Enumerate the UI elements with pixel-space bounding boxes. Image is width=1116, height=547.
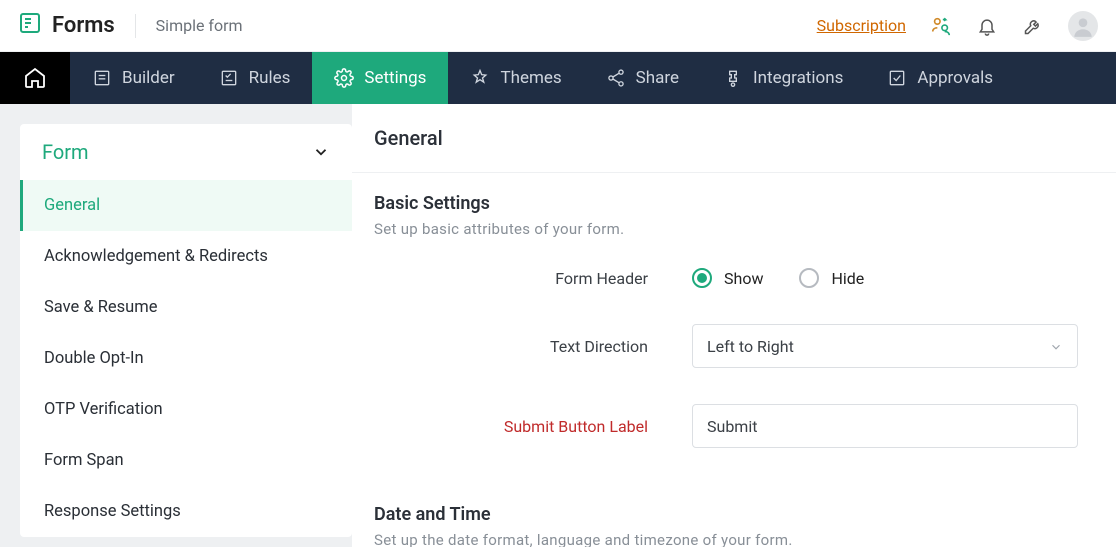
header-actions: Subscription [817, 11, 1098, 41]
group-basic-title: Basic Settings [374, 193, 1094, 214]
nav-label: Builder [122, 68, 175, 88]
radio-show[interactable]: Show [692, 268, 763, 288]
sidebar-section-header[interactable]: Form [20, 124, 352, 180]
radio-label: Show [724, 269, 763, 288]
select-value: Left to Right [707, 337, 794, 356]
chevron-down-icon [312, 143, 330, 161]
nav-label: Settings [364, 68, 426, 88]
sidebar-item-response-settings[interactable]: Response Settings [20, 486, 352, 537]
group-datetime-title: Date and Time [374, 504, 1094, 525]
field-control: Left to Right [692, 324, 1094, 368]
nav-label: Share [636, 68, 679, 88]
nav-approvals[interactable]: Approvals [865, 52, 1015, 104]
field-label: Submit Button Label [374, 417, 692, 436]
brand: Forms [18, 11, 115, 41]
page-title: General [374, 126, 1094, 150]
nav-themes[interactable]: Themes [448, 52, 583, 104]
nav-label: Integrations [753, 68, 843, 88]
sidebar-section-form: Form General Acknowledgement & Redirects… [20, 124, 352, 537]
field-label: Text Direction [374, 337, 692, 356]
brand-name: Forms [52, 13, 115, 38]
sidebar: Form General Acknowledgement & Redirects… [0, 104, 352, 547]
nav-integrations[interactable]: Integrations [701, 52, 865, 104]
nav-share[interactable]: Share [584, 52, 701, 104]
forms-logo-icon [18, 11, 42, 41]
bell-icon[interactable] [976, 15, 998, 37]
approvals-icon [887, 68, 907, 88]
nav-label: Themes [500, 68, 561, 88]
sidebar-item-general[interactable]: General [20, 180, 352, 231]
sidebar-item-double-opt-in[interactable]: Double Opt-In [20, 333, 352, 384]
nav-settings[interactable]: Settings [312, 52, 448, 104]
radio-label: Hide [831, 269, 864, 288]
nav-label: Rules [249, 68, 291, 88]
body: Form General Acknowledgement & Redirects… [0, 104, 1116, 547]
sidebar-item-label: Save & Resume [44, 298, 158, 317]
field-text-direction: Text Direction Left to Right [374, 324, 1094, 368]
nav-builder[interactable]: Builder [70, 52, 197, 104]
gear-icon [334, 68, 354, 88]
radio-hide[interactable]: Hide [799, 268, 864, 288]
tools-icon[interactable] [1022, 15, 1044, 37]
sidebar-section-title: Form [42, 140, 89, 164]
nav-home[interactable] [0, 52, 70, 104]
divider [352, 172, 1116, 173]
top-header: Forms Simple form Subscription [0, 0, 1116, 52]
main-content: General Basic Settings Set up basic attr… [352, 104, 1116, 547]
radio-icon [799, 268, 819, 288]
field-control [692, 404, 1094, 448]
field-submit-button-label: Submit Button Label [374, 404, 1094, 448]
user-switch-icon[interactable] [930, 15, 952, 37]
themes-icon [470, 68, 490, 88]
submit-button-input[interactable] [692, 404, 1078, 448]
text-direction-select[interactable]: Left to Right [692, 324, 1078, 368]
divider [135, 14, 136, 38]
sidebar-item-label: General [44, 196, 100, 215]
nav-bar: Builder Rules Settings Themes Share Inte… [0, 52, 1116, 104]
sidebar-item-form-span[interactable]: Form Span [20, 435, 352, 486]
nav-rules[interactable]: Rules [197, 52, 313, 104]
field-form-header: Form Header Show Hide [374, 268, 1094, 288]
sidebar-item-otp-verification[interactable]: OTP Verification [20, 384, 352, 435]
chevron-down-icon [1049, 339, 1063, 353]
sidebar-item-label: OTP Verification [44, 400, 163, 419]
form-title: Simple form [156, 16, 243, 35]
sidebar-item-label: Double Opt-In [44, 349, 144, 368]
sidebar-item-label: Response Settings [44, 502, 181, 521]
group-basic-subtitle: Set up basic attributes of your form. [374, 220, 1094, 238]
sidebar-item-label: Form Span [44, 451, 124, 470]
field-label: Form Header [374, 269, 692, 288]
integrations-icon [723, 68, 743, 88]
nav-label: Approvals [917, 68, 993, 88]
rules-icon [219, 68, 239, 88]
sidebar-item-acknowledgement-redirects[interactable]: Acknowledgement & Redirects [20, 231, 352, 282]
share-icon [606, 68, 626, 88]
radio-icon [692, 268, 712, 288]
field-control: Show Hide [692, 268, 1094, 288]
avatar[interactable] [1068, 11, 1098, 41]
subscription-link[interactable]: Subscription [817, 16, 906, 35]
sidebar-item-label: Acknowledgement & Redirects [44, 247, 268, 266]
sidebar-item-save-resume[interactable]: Save & Resume [20, 282, 352, 333]
builder-icon [92, 68, 112, 88]
group-datetime-subtitle: Set up the date format, language and tim… [374, 531, 1094, 547]
